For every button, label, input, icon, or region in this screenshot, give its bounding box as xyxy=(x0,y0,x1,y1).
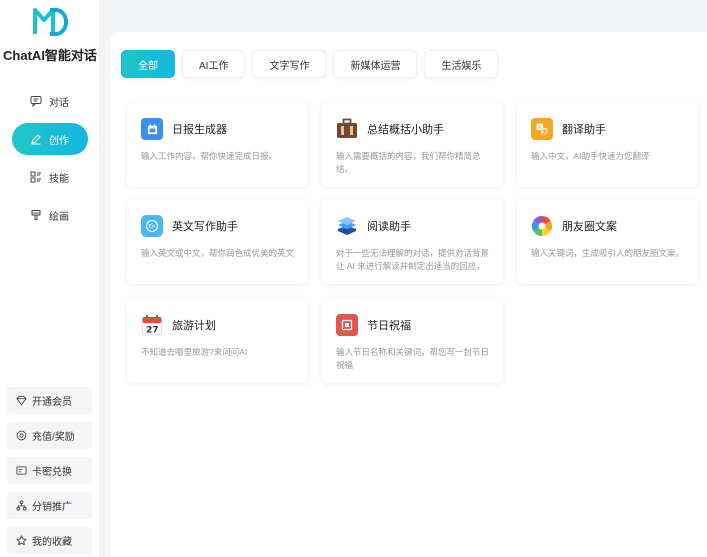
tab-ai-work[interactable]: AI工作 xyxy=(182,50,246,78)
svg-text:En: En xyxy=(148,224,155,230)
card-title: 旅游计划 xyxy=(172,320,216,332)
diamond-icon xyxy=(16,395,27,406)
nav-item-chat[interactable]: 对话 xyxy=(12,85,88,117)
tab-writing[interactable]: 文字写作 xyxy=(252,50,327,78)
favorites-button[interactable]: 我的收藏 xyxy=(7,527,92,554)
card-title: 阅读助手 xyxy=(367,221,411,233)
nav-item-create[interactable]: 创作 xyxy=(12,123,88,155)
calendar-day: 27 xyxy=(146,326,159,336)
menu-label: 我的收藏 xyxy=(32,537,72,548)
bottom-menu: 开通会员 充值/奖励 卡密兑换 分销推广 我的收藏 xyxy=(7,387,92,557)
nav-item-label: 创作 xyxy=(49,135,69,147)
nav-item-draw[interactable]: 绘画 xyxy=(12,199,88,231)
menu-label: 分销推广 xyxy=(32,502,72,513)
card-title: 节日祝福 xyxy=(367,320,411,332)
card-summary[interactable]: 总结概括小助手 输入需要概括的内容，我们帮你精简总结。 xyxy=(322,102,503,187)
main-nav: 对话 创作 技能 绘画 xyxy=(12,85,88,237)
card-desc: 输入英文或中文，帮你润色成优美的英文 xyxy=(141,248,295,258)
nav-item-label: 对话 xyxy=(49,97,69,109)
coin-icon xyxy=(16,430,27,441)
nav-item-skills[interactable]: 技能 xyxy=(12,161,88,193)
category-tabs: 全部 AI工作 文字写作 新媒体运营 生活娱乐 xyxy=(121,50,505,78)
books-icon xyxy=(336,215,358,237)
card-desc: 输入中文，AI助手快速为您翻译 xyxy=(531,151,650,161)
brand-name: ChatAI智能对话 xyxy=(3,48,97,63)
card-desc: 对于一些无法理解的对话，提供对话背景让 AI 来进行解读并制定出适当的回应。 xyxy=(336,248,490,271)
card-desc: 输入关键词，生成吸引人的朋友圈文案。 xyxy=(531,248,685,258)
nav-item-label: 技能 xyxy=(49,173,69,185)
card-desc: 不知道去哪里旅游?来问问AI xyxy=(141,347,248,357)
menu-label: 开通会员 xyxy=(32,397,72,408)
card-title: 日报生成器 xyxy=(172,124,227,136)
distribution-button[interactable]: 分销推广 xyxy=(7,492,92,519)
menu-label: 卡密兑换 xyxy=(32,467,72,478)
card-redeem-button[interactable]: 卡密兑换 xyxy=(7,457,92,484)
translate-icon: A文 xyxy=(531,118,553,140)
sidebar: ChatAI智能对话 对话 创作 技能 绘画 开通会员 充值/奖励 卡密兑换 分… xyxy=(0,0,100,557)
card-title: 英文写作助手 xyxy=(172,221,238,233)
card-english-writing[interactable]: En 英文写作助手 输入英文或中文，帮你润色成优美的英文 xyxy=(127,199,308,284)
card-title: 朋友圈文案 xyxy=(562,221,617,233)
card-desc: 输入工作内容，帮你快速完成日报。 xyxy=(141,151,278,161)
english-icon: En xyxy=(141,215,163,237)
card-moments-copy[interactable]: 朋友圈文案 输入关键词，生成吸引人的朋友圈文案。 xyxy=(517,199,698,284)
tab-all[interactable]: 全部 xyxy=(121,50,175,78)
star-icon xyxy=(16,535,27,546)
pen-icon xyxy=(30,133,42,145)
nav-item-label: 绘画 xyxy=(49,211,69,223)
chat-icon xyxy=(30,95,42,107)
card-title: 总结概括小助手 xyxy=(367,124,444,136)
tab-life[interactable]: 生活娱乐 xyxy=(424,50,499,78)
membership-button[interactable]: 开通会员 xyxy=(7,387,92,414)
logo-icon xyxy=(33,8,68,36)
card-reading[interactable]: 阅读助手 对于一些无法理解的对话，提供对话背景让 AI 来进行解读并制定出适当的… xyxy=(322,199,503,284)
main-panel: 全部 AI工作 文字写作 新媒体运营 生活娱乐 日报生成器 输入工作内容，帮你快… xyxy=(110,32,707,557)
card-icon xyxy=(16,465,27,476)
brush-icon xyxy=(30,209,42,221)
gift-icon xyxy=(336,314,358,336)
tab-new-media[interactable]: 新媒体运营 xyxy=(333,50,418,78)
share-icon xyxy=(16,500,27,511)
card-travel-plan[interactable]: 27 旅游计划 不知道去哪里旅游?来问问AI xyxy=(127,298,308,383)
svg-text:文: 文 xyxy=(543,129,548,136)
card-daily-report[interactable]: 日报生成器 输入工作内容，帮你快速完成日报。 xyxy=(127,102,308,187)
aperture-icon xyxy=(531,215,553,237)
card-desc: 输入节日名称和关键词，帮您写一封节日祝福 xyxy=(336,347,490,370)
calendar-icon: 27 xyxy=(141,314,163,336)
calendar-doc-icon xyxy=(141,118,163,140)
card-translate[interactable]: A文 翻译助手 输入中文，AI助手快速为您翻译 xyxy=(517,102,698,187)
menu-label: 充值/奖励 xyxy=(32,432,75,443)
recharge-button[interactable]: 充值/奖励 xyxy=(7,422,92,449)
card-title: 翻译助手 xyxy=(562,124,606,136)
briefcase-icon xyxy=(336,118,358,140)
svg-text:A: A xyxy=(538,125,542,131)
card-holiday-wishes[interactable]: 节日祝福 输入节日名称和关键词，帮您写一封节日祝福 xyxy=(322,298,503,383)
card-desc: 输入需要概括的内容，我们帮你精简总结。 xyxy=(336,151,481,174)
skills-icon xyxy=(30,171,42,183)
